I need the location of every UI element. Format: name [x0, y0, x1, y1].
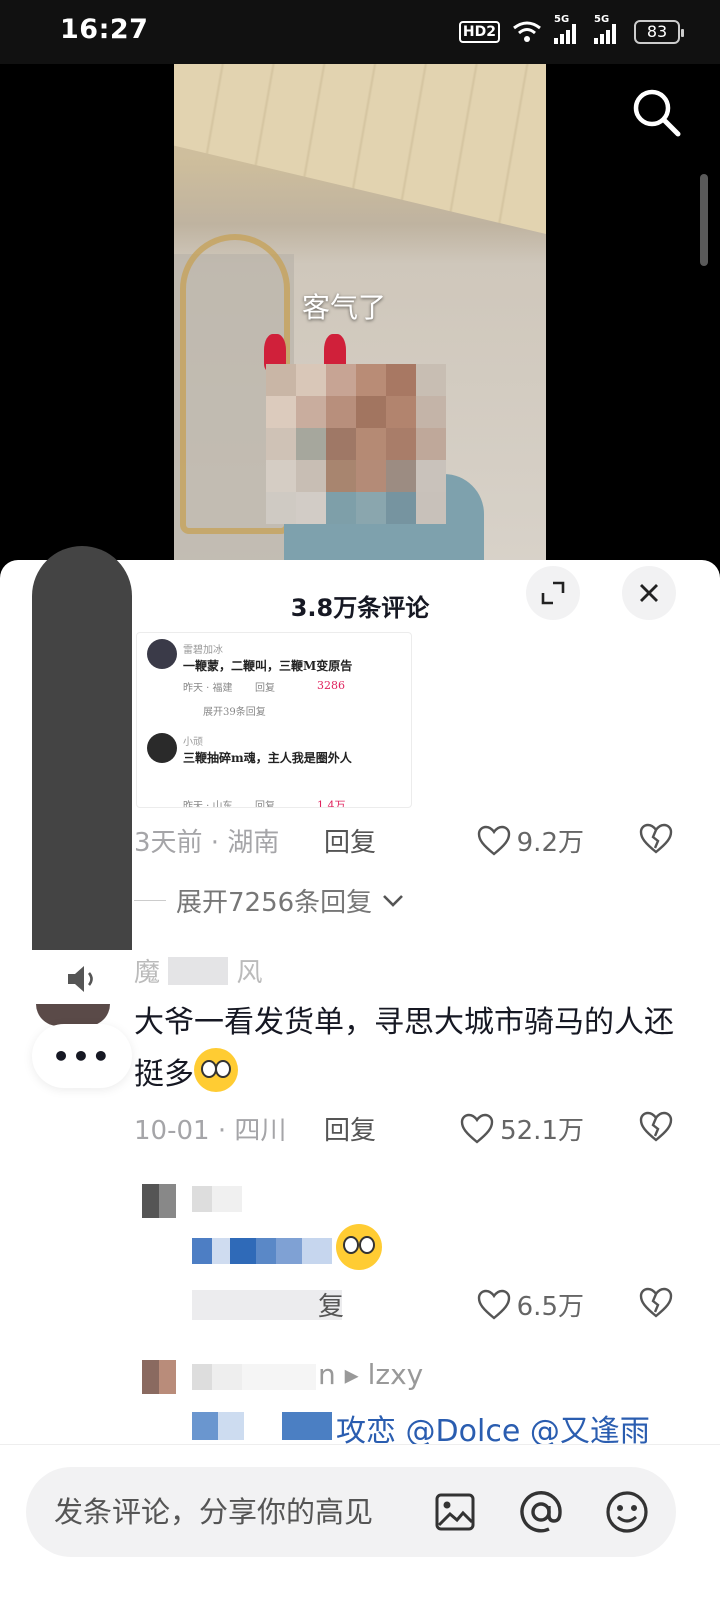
reply-button[interactable]: 回复: [324, 822, 376, 859]
like-button[interactable]: 52.1万: [460, 1110, 584, 1147]
laughing-emoji-icon: [336, 1224, 382, 1270]
scrollbar[interactable]: [700, 174, 708, 266]
signal-icon-2: 5G: [594, 14, 622, 44]
video-player[interactable]: 客气了: [0, 64, 720, 564]
like-count: 9.2万: [516, 828, 584, 858]
clock: 16:27: [60, 14, 149, 45]
image-icon[interactable]: [430, 1487, 480, 1537]
signal-icon: 5G: [554, 14, 582, 44]
reply-text: [192, 1238, 332, 1264]
comment-meta: 3天前 · 湖南 回复 9.2万: [134, 818, 694, 858]
emoji-icon[interactable]: [602, 1487, 652, 1537]
mention-icon[interactable]: [516, 1487, 566, 1537]
comment-image[interactable]: 雷碧加冰 一鞭蒙，二鞭叫，三鞭M变原告 昨天 · 福建 回复 3286 展开39…: [136, 632, 412, 808]
flushed-emoji-icon: [194, 1048, 238, 1092]
pixelated-face: [266, 364, 446, 524]
broken-heart-icon[interactable]: [638, 1284, 674, 1320]
battery-icon: 83: [634, 20, 684, 44]
comment-author[interactable]: 魔 风: [134, 952, 263, 989]
video-caption: 客气了: [302, 291, 387, 324]
heart-icon: [477, 825, 510, 856]
heart-icon: [460, 1113, 494, 1144]
more-button[interactable]: •••: [32, 1024, 132, 1088]
like-button[interactable]: 6.5万: [477, 1286, 584, 1323]
fullscreen-button[interactable]: [526, 566, 580, 620]
reply-meta: 复 6.5万: [134, 1282, 694, 1322]
expand-icon: [541, 581, 565, 605]
floating-panel[interactable]: [32, 546, 132, 956]
avatar: [147, 733, 177, 763]
hd-voice-icon: HD2: [458, 21, 500, 43]
comment-text: 大爷一看发货单，寻思大城市骑马的人还挺多: [134, 1005, 674, 1092]
comment-input-pill[interactable]: [26, 1467, 676, 1557]
reply-avatar[interactable]: [142, 1360, 176, 1394]
reply-avatar[interactable]: [142, 1184, 176, 1218]
reply-text-blur: [192, 1412, 332, 1440]
close-icon: [640, 584, 658, 602]
reply-button[interactable]: 复: [318, 1286, 344, 1323]
comment-input[interactable]: [54, 1487, 434, 1537]
avatar: [147, 639, 177, 669]
comment-meta: 10-01 · 四川 回复 52.1万: [134, 1106, 694, 1146]
broken-heart-icon[interactable]: [638, 1108, 674, 1144]
speaker-icon: [68, 966, 93, 992]
heart-icon: [477, 1289, 510, 1320]
reply-author-tail: n ▸ lzxy: [318, 1358, 424, 1391]
reply-author: [192, 1186, 242, 1212]
system-icons: HD2 5G 5G 83: [458, 14, 684, 47]
video-frame[interactable]: 客气了: [174, 64, 546, 564]
chevron-down-icon: [383, 894, 404, 907]
avatar: [36, 1004, 110, 1026]
status-bar: 16:27 HD2 5G 5G 83: [0, 0, 720, 64]
like-count: 6.5万: [516, 1292, 584, 1322]
expand-replies-button[interactable]: 展开7256条回复: [134, 882, 404, 919]
search-icon[interactable]: [630, 86, 682, 138]
broken-heart-icon[interactable]: [638, 820, 674, 856]
reply-button[interactable]: 回复: [324, 1110, 376, 1147]
close-button[interactable]: [622, 566, 676, 620]
wifi-icon: [513, 21, 541, 42]
comment-time-location: 3天前 · 湖南: [134, 828, 280, 858]
comment-input-bar: [0, 1444, 720, 1612]
more-icon: •••: [52, 1039, 112, 1073]
like-count: 52.1万: [500, 1116, 584, 1146]
like-button[interactable]: 9.2万: [477, 822, 584, 859]
comment-time-location: 10-01 · 四川: [134, 1116, 287, 1146]
reply-author-blur: [192, 1364, 316, 1390]
